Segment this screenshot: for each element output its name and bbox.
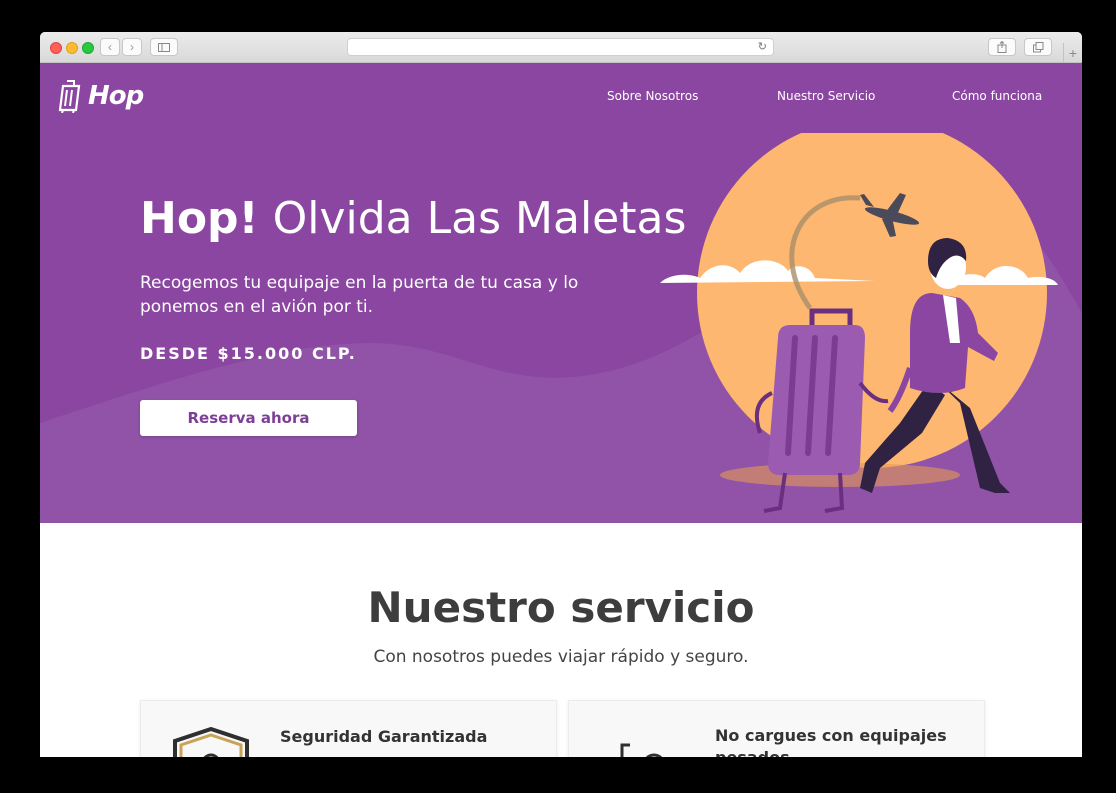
hero-price: DESDE $15.000 CLP. <box>140 344 357 363</box>
chevron-left-icon: ‹ <box>108 40 112 54</box>
luggage-icon <box>620 743 663 757</box>
luggage-logo-icon <box>58 80 81 113</box>
close-window-button[interactable] <box>50 42 62 54</box>
shield-lock-icon <box>173 727 249 757</box>
address-bar[interactable]: ↻ <box>347 38 774 56</box>
logo[interactable]: Hop <box>58 79 144 113</box>
minimize-window-button[interactable] <box>66 42 78 54</box>
service-section-title: Nuestro servicio <box>367 583 755 632</box>
sidebar-toggle-button[interactable] <box>150 38 178 56</box>
service-card-luggage: No cargues con equipajes pesados <box>568 700 985 757</box>
service-card-title: Seguridad Garantizada <box>280 727 488 746</box>
zoom-window-button[interactable] <box>82 42 94 54</box>
reserve-button[interactable]: Reserva ahora <box>140 400 357 436</box>
nav-como-funciona[interactable]: Cómo funciona <box>952 89 1042 103</box>
hero-section: Hop Sobre Nosotros Nuestro Servicio Cómo… <box>40 63 1082 523</box>
logo-text: Hop <box>88 81 144 111</box>
share-button[interactable] <box>988 38 1016 56</box>
nav-nuestro-servicio[interactable]: Nuestro Servicio <box>777 89 875 103</box>
reload-icon[interactable]: ↻ <box>758 40 767 53</box>
forward-button[interactable]: › <box>122 38 142 56</box>
share-icon <box>997 41 1007 53</box>
traveler-illustration <box>660 133 1058 513</box>
hero-title: Hop! Olvida Las Maletas <box>140 193 686 244</box>
chevron-right-icon: › <box>130 40 134 54</box>
sidebar-icon <box>158 42 170 52</box>
back-button[interactable]: ‹ <box>100 38 120 56</box>
service-card-title: No cargues con equipajes pesados <box>715 726 947 757</box>
tabs-icon <box>1032 41 1043 52</box>
hero-title-light: Olvida Las Maletas <box>272 193 687 244</box>
service-section-subtitle: Con nosotros puedes viajar rápido y segu… <box>373 647 749 667</box>
browser-window: ‹ › ↻ + Hop Sobre Nosotros Nuestro Servi… <box>40 32 1082 757</box>
nav-sobre-nosotros[interactable]: Sobre Nosotros <box>607 89 698 103</box>
new-tab-button[interactable]: + <box>1063 43 1082 63</box>
tabs-overview-button[interactable] <box>1024 38 1052 56</box>
hero-title-bold: Hop! <box>140 193 259 244</box>
plus-icon: + <box>1068 45 1078 61</box>
service-card-security: Seguridad Garantizada <box>140 700 557 757</box>
hero-subtitle: Recogemos tu equipaje en la puerta de tu… <box>140 273 579 317</box>
browser-toolbar: ‹ › ↻ + <box>40 32 1082 63</box>
